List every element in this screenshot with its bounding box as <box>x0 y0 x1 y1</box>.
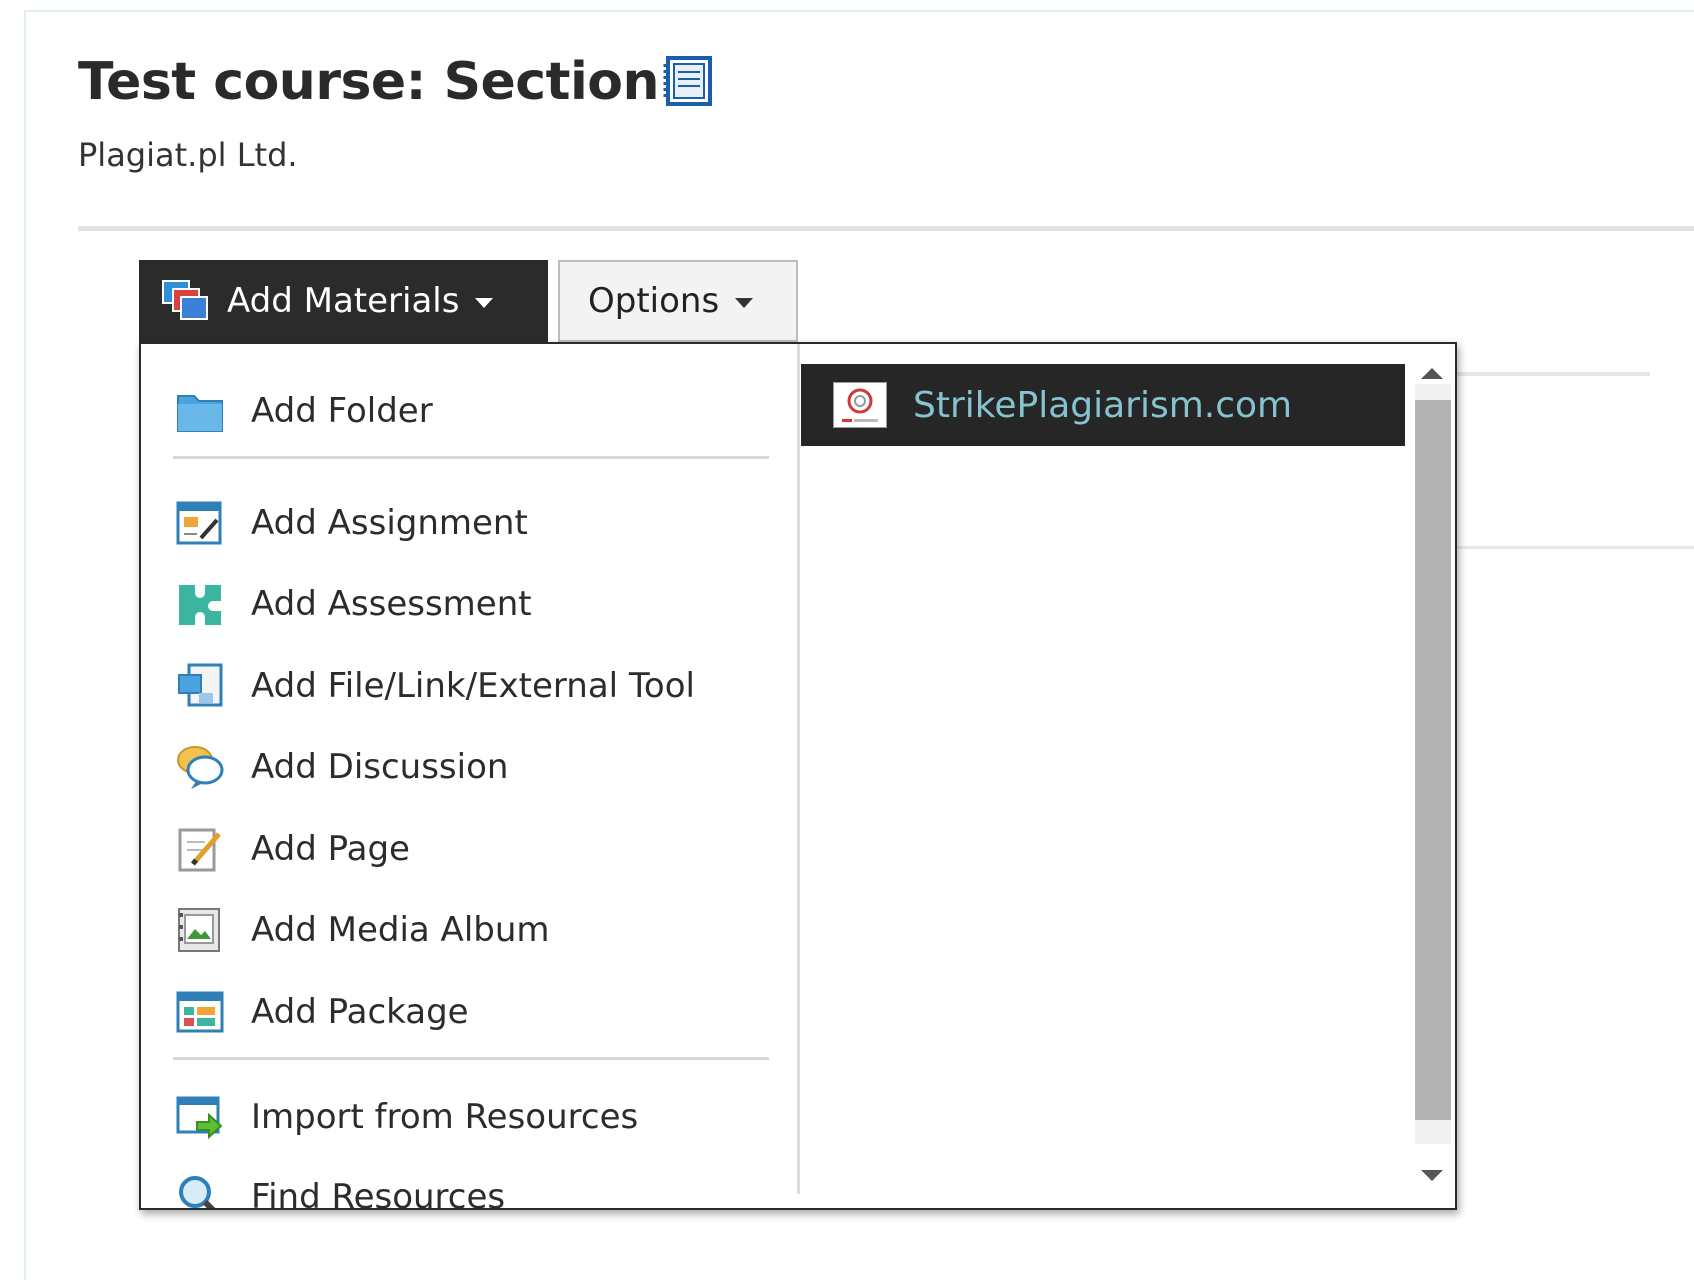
header-divider <box>78 226 1694 231</box>
add-materials-icon <box>162 280 208 320</box>
course-subtitle: Plagiat.pl Ltd. <box>78 136 298 174</box>
menu-item-add-package[interactable]: Add Package <box>175 977 775 1047</box>
menu-item-add-discussion[interactable]: Add Discussion <box>175 732 775 802</box>
chevron-down-icon <box>475 298 494 308</box>
menu-item-add-assessment[interactable]: Add Assessment <box>175 569 775 639</box>
add-materials-dropdown: Add Folder Add Assignment Add Assessment <box>139 342 1457 1210</box>
menu-item-add-page[interactable]: Add Page <box>175 814 775 884</box>
page-icon <box>178 828 221 872</box>
menu-item-label: Add Package <box>251 992 469 1032</box>
menu-item-find-resources[interactable]: Find Resources <box>175 1162 775 1210</box>
add-materials-menu: Add Folder Add Assignment Add Assessment <box>141 344 799 1208</box>
scroll-down-arrow-icon[interactable] <box>1421 1170 1443 1181</box>
page-title: Test course: Section 1 <box>78 52 713 112</box>
menu-item-label: Add File/Link/External Tool <box>251 666 695 706</box>
scroll-up-arrow-icon[interactable] <box>1421 368 1443 379</box>
menu-item-label: Add Assignment <box>251 503 528 543</box>
add-materials-label: Add Materials <box>227 281 460 321</box>
import-icon <box>176 1096 223 1140</box>
menu-item-add-assignment[interactable]: Add Assignment <box>175 488 775 558</box>
discussion-icon <box>177 746 224 789</box>
menu-item-label: Add Media Album <box>251 910 550 950</box>
menu-column-divider <box>797 344 800 1194</box>
menu-item-label: Find Resources <box>251 1177 506 1210</box>
menu-item-add-file-link[interactable]: Add File/Link/External Tool <box>175 651 775 721</box>
options-button[interactable]: Options <box>558 260 798 342</box>
background-divider <box>1456 372 1650 376</box>
submenu-item-label: StrikePlagiarism.com <box>913 384 1293 426</box>
scrollbar-thumb[interactable] <box>1415 400 1451 1120</box>
file-link-icon <box>178 663 223 707</box>
add-materials-button[interactable]: Add Materials <box>139 260 548 342</box>
options-label: Options <box>588 281 720 321</box>
menu-item-label: Add Folder <box>251 391 433 431</box>
menu-item-add-media-album[interactable]: Add Media Album <box>175 895 775 965</box>
strikeplagiarism-logo-icon <box>842 388 878 422</box>
menu-item-label: Import from Resources <box>251 1097 639 1137</box>
external-tools-submenu: StrikePlagiarism.com <box>801 344 1455 1208</box>
menu-separator <box>173 456 769 459</box>
folder-icon <box>177 395 223 432</box>
media-album-icon <box>178 908 220 952</box>
menu-item-import-resources[interactable]: Import from Resources <box>175 1082 775 1152</box>
submenu-scrollbar[interactable] <box>1407 344 1455 1208</box>
assignment-icon <box>176 501 222 545</box>
package-icon <box>176 991 224 1033</box>
search-icon <box>179 1176 216 1208</box>
submenu-item-strikeplagiarism[interactable]: StrikePlagiarism.com <box>801 364 1405 446</box>
strikeplagiarism-logo-icon <box>833 382 887 428</box>
menu-separator <box>173 1057 769 1060</box>
chevron-down-icon <box>735 298 754 308</box>
menu-item-label: Add Discussion <box>251 747 509 787</box>
menu-item-add-folder[interactable]: Add Folder <box>175 376 775 446</box>
background-divider <box>1456 546 1694 549</box>
menu-item-label: Add Assessment <box>251 584 532 624</box>
notebook-icon <box>663 56 712 106</box>
menu-item-label: Add Page <box>251 829 410 869</box>
assessment-icon <box>179 585 221 625</box>
